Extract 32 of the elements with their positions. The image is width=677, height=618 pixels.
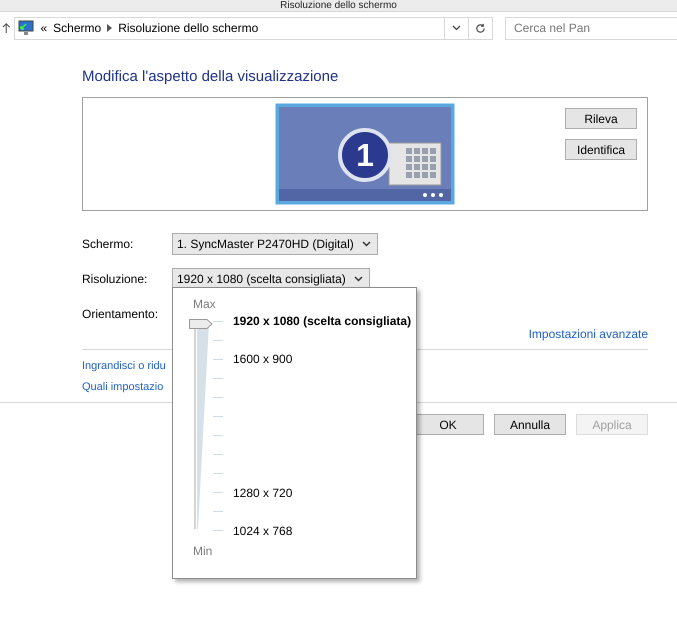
monitor-icon: [18, 20, 34, 36]
resolution-option[interactable]: 1600 x 900: [233, 352, 292, 366]
monitor-drawing[interactable]: 1: [275, 103, 455, 205]
window-title: Risoluzione dello schermo: [280, 1, 397, 11]
help-link[interactable]: Ingrandisci o ridu: [82, 360, 166, 372]
search-field[interactable]: Cerca nel Pan: [505, 16, 677, 40]
overflow-chevron[interactable]: «: [40, 21, 48, 35]
field-label: Schermo:: [82, 237, 134, 251]
resolution-option[interactable]: 1280 x 720: [233, 486, 292, 500]
resolution-option[interactable]: 1024 x 768: [233, 524, 292, 538]
resolution-option[interactable]: 1920 x 1080 (scelta consigliata): [233, 314, 412, 328]
chevron-down-icon: [354, 276, 363, 282]
min-label: Min: [193, 544, 214, 558]
up-arrow-icon[interactable]: [2, 22, 10, 34]
panel-button[interactable]: Rileva: [565, 108, 637, 129]
breadcrumb[interactable]: Schermo: [53, 21, 102, 35]
refresh-icon[interactable]: [475, 22, 486, 34]
dropdown[interactable]: 1. SyncMaster P2470HD (Digital): [172, 233, 378, 255]
panel-button[interactable]: Identifica: [565, 139, 637, 160]
field-label: Orientamento:: [82, 307, 160, 321]
slider-thumb[interactable]: [189, 318, 213, 328]
help-link[interactable]: Quali impostazio: [82, 381, 164, 393]
advanced-settings-link[interactable]: Impostazioni avanzate: [528, 327, 648, 341]
page-heading: Modifica l'aspetto della visualizzazione: [82, 68, 340, 85]
chevron-right-icon[interactable]: [107, 24, 112, 32]
breadcrumb[interactable]: Risoluzione dello schermo: [118, 21, 258, 35]
address-bar[interactable]: « Schermo Risoluzione dello schermo: [14, 16, 493, 40]
chevron-down-icon[interactable]: [452, 25, 461, 31]
chevron-down-icon: [362, 241, 371, 247]
dialog-button[interactable]: Annulla: [494, 414, 566, 435]
max-label: Max: [193, 297, 217, 311]
field-label: Risoluzione:: [82, 272, 148, 286]
